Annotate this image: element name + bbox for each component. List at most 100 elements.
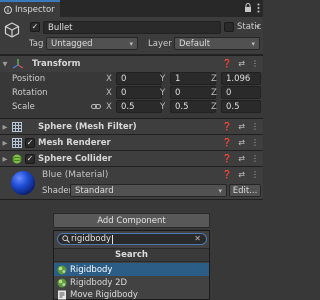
foldout-collapsed-icon[interactable]: ▶ — [0, 139, 10, 147]
kebab-menu-icon[interactable] — [257, 3, 260, 13]
rotation-x-field[interactable]: 0 — [116, 86, 162, 99]
mesh-renderer-header[interactable]: ▶ ✓ Mesh Renderer ❓ ⇄ ⋮ — [0, 134, 263, 151]
shader-dropdown[interactable]: Standard ▾ — [70, 184, 227, 197]
material-header-icons: ❓ ⇄ ⋮ — [222, 170, 259, 179]
help-icon[interactable]: ❓ — [222, 59, 232, 68]
add-component-popup: rigidbody ✕ Search Rigidbody Rigidbody 2… — [53, 230, 210, 300]
text-cursor — [112, 234, 114, 244]
component-title: Transform — [32, 59, 81, 69]
foldout-collapsed-icon[interactable]: ▶ — [0, 123, 10, 131]
link-icon[interactable] — [91, 102, 101, 111]
sphere-collider-icon — [12, 154, 22, 164]
component-header-icons: ❓ ⇄ ⋮ — [222, 59, 259, 68]
tab-controls — [244, 3, 260, 13]
layer-label: Layer — [148, 39, 172, 49]
shader-label: Shader — [42, 186, 73, 196]
sliders-icon[interactable]: ⇄ — [238, 122, 245, 131]
rotation-z-field[interactable]: 0 — [221, 86, 261, 99]
script-icon — [58, 290, 66, 299]
help-icon[interactable]: ❓ — [222, 138, 232, 147]
component-header-icons: ❓ ⇄ ⋮ — [222, 138, 259, 147]
scale-label: Scale — [12, 102, 35, 112]
cube-icon — [4, 22, 20, 38]
results-title-label: Search — [115, 250, 148, 260]
field-value: 0 — [226, 87, 232, 98]
enabled-checkbox[interactable]: ✓ — [25, 154, 35, 164]
kebab-menu-icon[interactable]: ⋮ — [251, 170, 259, 179]
result-label: Rigidbody 2D — [70, 277, 128, 288]
info-icon — [4, 5, 12, 14]
help-icon[interactable]: ❓ — [222, 122, 232, 131]
axis-y-label[interactable]: Y — [160, 74, 165, 84]
lock-icon[interactable] — [244, 3, 252, 13]
tag-label: Tag — [29, 39, 44, 49]
sliders-icon[interactable]: ⇄ — [238, 154, 245, 163]
sliders-icon[interactable]: ⇄ — [238, 170, 245, 179]
enabled-checkbox[interactable]: ✓ — [25, 138, 35, 148]
sphere-collider-header[interactable]: ▶ ✓ Sphere Collider ❓ ⇄ ⋮ — [0, 150, 263, 167]
transform-header[interactable]: ▼ Transform ❓ ⇄ ⋮ — [0, 55, 263, 72]
layer-value: Default — [179, 38, 211, 49]
help-icon[interactable]: ❓ — [222, 154, 232, 163]
axis-z-label[interactable]: Z — [211, 102, 217, 112]
foldout-expanded-icon[interactable]: ▼ — [0, 60, 10, 68]
scale-z-field[interactable]: 0.5 — [221, 100, 261, 113]
layer-dropdown[interactable]: Default ▾ — [174, 37, 260, 50]
object-name-field[interactable]: Bullet — [43, 21, 221, 34]
mesh-filter-header[interactable]: ▶ Sphere (Mesh Filter) ❓ ⇄ ⋮ — [0, 118, 263, 135]
field-value: 0 — [175, 87, 181, 98]
axis-y-label[interactable]: Y — [160, 102, 165, 112]
foldout-collapsed-icon[interactable]: ▶ — [0, 155, 10, 163]
tab-title: Inspector — [15, 4, 55, 15]
rotation-y-field[interactable]: 0 — [170, 86, 216, 99]
scale-x-field[interactable]: 0.5 — [116, 100, 162, 113]
kebab-menu-icon[interactable]: ⋮ — [251, 154, 259, 163]
position-x-field[interactable]: 0 — [116, 72, 162, 85]
component-header-icons: ❓ ⇄ ⋮ — [222, 154, 259, 163]
shader-value: Standard — [75, 185, 114, 196]
axis-x-label[interactable]: X — [106, 74, 112, 84]
result-label: Move Rigidbody — [70, 289, 138, 300]
result-item[interactable]: Move Rigidbody — [54, 288, 209, 300]
component-header-icons: ❓ ⇄ ⋮ — [222, 122, 259, 131]
clear-search-icon[interactable]: ✕ — [194, 234, 201, 243]
mesh-grid-icon — [12, 122, 22, 132]
chevron-down-icon: ▾ — [251, 39, 255, 48]
tab-bar: Inspector — [0, 0, 263, 17]
shader-edit-button[interactable]: Edit... — [229, 184, 261, 197]
position-y-field[interactable]: 1 — [170, 72, 216, 85]
kebab-menu-icon[interactable]: ⋮ — [251, 122, 259, 131]
rigidbody-icon — [57, 265, 67, 274]
component-search-input[interactable]: rigidbody ✕ — [57, 233, 207, 245]
axis-z-label[interactable]: Z — [211, 74, 217, 84]
field-value: 0.5 — [121, 101, 135, 112]
kebab-menu-icon[interactable]: ⋮ — [251, 138, 259, 147]
tab-inspector[interactable]: Inspector — [0, 0, 60, 17]
result-item[interactable]: Rigidbody — [54, 263, 209, 276]
edit-label: Edit... — [232, 185, 258, 196]
transform-axes-icon — [12, 59, 24, 69]
field-value: 0 — [121, 73, 127, 84]
axis-z-label[interactable]: Z — [211, 88, 217, 98]
help-icon[interactable]: ❓ — [222, 170, 232, 179]
add-component-button[interactable]: Add Component — [53, 213, 210, 228]
axis-x-label[interactable]: X — [106, 102, 112, 112]
active-checkbox[interactable]: ✓ — [30, 22, 40, 32]
static-checkbox[interactable] — [224, 22, 234, 32]
scale-y-field[interactable]: 0.5 — [170, 100, 216, 113]
search-icon — [62, 235, 70, 243]
axis-x-label[interactable]: X — [106, 88, 112, 98]
position-z-field[interactable]: 1.096 — [221, 72, 261, 85]
tag-dropdown[interactable]: Untagged ▾ — [46, 37, 138, 50]
axis-y-label[interactable]: Y — [160, 88, 165, 98]
object-name: Bullet — [48, 22, 73, 33]
field-value: 1 — [175, 73, 181, 84]
kebab-menu-icon[interactable]: ⋮ — [251, 59, 259, 68]
sliders-icon[interactable]: ⇄ — [238, 138, 245, 147]
field-value: 0.5 — [175, 101, 189, 112]
rigidbody-2d-icon — [57, 278, 67, 287]
static-dropdown-caret[interactable]: ▾ — [256, 23, 260, 31]
sliders-icon[interactable]: ⇄ — [238, 59, 245, 68]
tag-value: Untagged — [51, 38, 93, 49]
search-value: rigidbody — [71, 234, 112, 244]
